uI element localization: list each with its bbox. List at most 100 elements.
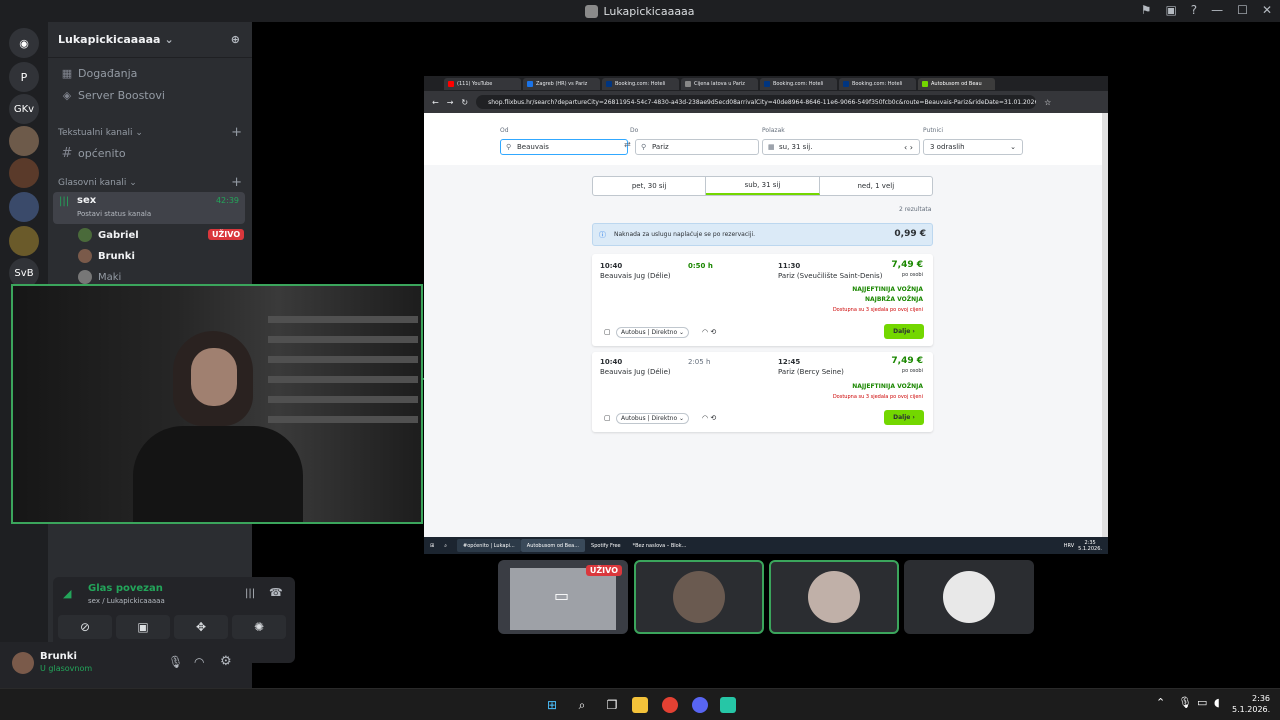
camera-toggle-button[interactable]: ⊘ <box>58 615 112 639</box>
reload-icon[interactable]: ↻ <box>461 98 468 107</box>
date-field[interactable]: ▦ su, 31 sij. ‹ › <box>762 139 920 155</box>
participant-tile[interactable] <box>634 560 764 634</box>
server-icon-gkv[interactable]: GKv <box>9 94 39 124</box>
date-tab[interactable]: pet, 30 sij <box>593 177 707 195</box>
soundboard-button[interactable]: ✺ <box>232 615 286 639</box>
fee-notice: ⓘ Naknada za uslugu naplaćuje se po reze… <box>592 223 933 246</box>
participant-tile[interactable] <box>904 560 1034 634</box>
forward-icon[interactable]: → <box>447 98 454 107</box>
text-category[interactable]: Tekstualni kanali ⌄ <box>58 128 143 138</box>
to-field[interactable]: ⚲ Pariz <box>635 139 759 155</box>
date-tab[interactable]: ned, 1 velj <box>820 177 932 195</box>
discord-home-icon[interactable]: ◉ <box>9 28 39 58</box>
ride-card[interactable]: 10:40 2:05 h 12:45 Beauvais Jug (Délie) … <box>592 352 933 432</box>
booking-icon <box>606 80 612 87</box>
discord-icon[interactable] <box>692 697 708 713</box>
camera-off-icon: ⊘ <box>79 620 91 634</box>
taskbar-app[interactable]: Spotify Free <box>585 539 627 552</box>
search-icon[interactable]: ⌕ <box>444 543 447 549</box>
activities-button[interactable]: ✥ <box>174 615 228 639</box>
live-badge: UŽIVO <box>585 565 622 576</box>
text-channel[interactable]: # općenito <box>54 143 246 163</box>
avatar <box>78 228 92 242</box>
voice-category[interactable]: Glasovni kanali ⌄ <box>58 178 137 188</box>
passengers-field[interactable]: 3 odraslih ⌄ <box>923 139 1023 155</box>
star-icon[interactable]: ☆ <box>1044 98 1051 107</box>
voice-status[interactable]: Postavi status kanala <box>77 210 151 218</box>
screen-icon[interactable]: ▣ <box>1165 3 1176 17</box>
voice-member[interactable]: Gabriel <box>78 226 139 244</box>
headphones-icon[interactable]: ◠ <box>194 655 204 669</box>
booking-icon <box>843 80 849 87</box>
calendar-icon: ▦ <box>61 66 73 80</box>
windows-start-icon[interactable]: ⊞ <box>430 543 434 549</box>
globe-icon <box>685 80 691 87</box>
server-icon-p[interactable]: P <box>9 62 39 92</box>
date-arrows-icon[interactable]: ‹ › <box>904 143 913 152</box>
screen-share-view[interactable]: (111) YouTube Zagreb (HR) vs Pariz Booki… <box>424 76 1108 554</box>
windows-start-icon[interactable]: ⊞ <box>544 697 560 713</box>
avatar <box>78 249 92 263</box>
browser-tab[interactable]: (111) YouTube <box>444 77 521 90</box>
back-icon[interactable]: ← <box>432 98 439 107</box>
continue-button[interactable]: Dalje › <box>884 410 924 425</box>
server-header[interactable]: Lukapickicaaaaa ⌄ ⊕ <box>48 22 252 58</box>
microphone-icon[interactable]: 🎙︎ <box>1178 696 1192 709</box>
file-explorer-icon[interactable] <box>632 697 648 713</box>
settings-gear-icon[interactable]: ⚙ <box>220 654 232 669</box>
screen-share-button[interactable]: ▣ <box>116 615 170 639</box>
system-clock[interactable]: 2:36 5.1.2026. <box>1232 693 1270 715</box>
taskbar-app[interactable]: *Bez naslova – Blok... <box>627 539 693 552</box>
ride-card[interactable]: 10:40 0:50 h 11:30 Beauvais Jug (Délie) … <box>592 254 933 346</box>
url-field[interactable]: shop.flixbus.hr/search?departureCity=268… <box>476 95 1037 109</box>
swap-icon[interactable]: ⇄ <box>624 140 631 149</box>
boosts-item[interactable]: ◈ Server Boostovi <box>54 85 246 105</box>
server-folder[interactable] <box>9 192 39 222</box>
hash-icon: # <box>61 145 73 161</box>
chrome-icon[interactable] <box>662 697 678 713</box>
from-field[interactable]: ⚲ Beauvais <box>500 139 628 155</box>
mode-tag[interactable]: Autobus | Direktno ⌄ <box>616 327 690 338</box>
help-icon[interactable]: ? <box>1191 3 1197 17</box>
maximize-button[interactable]: ☐ <box>1237 3 1248 17</box>
close-button[interactable]: ✕ <box>1262 3 1272 17</box>
avatar[interactable] <box>12 652 34 674</box>
task-view-icon[interactable]: ❐ <box>604 697 620 713</box>
add-member-icon[interactable]: ⊕ <box>231 33 240 46</box>
server-avatar[interactable] <box>9 158 39 188</box>
webcam-video[interactable] <box>11 284 423 524</box>
chevron-up-icon[interactable]: ⌃ <box>1156 696 1165 709</box>
taskbar-app[interactable]: #općenito | Lukapi... <box>457 539 521 552</box>
voice-wave-icon: ||| <box>59 196 70 207</box>
browser-tab[interactable]: Zagreb (HR) vs Pariz <box>523 77 600 90</box>
minimize-button[interactable]: — <box>1211 3 1223 17</box>
disconnect-icon[interactable]: ☎ <box>269 586 283 599</box>
server-avatar[interactable] <box>9 126 39 156</box>
inbox-icon[interactable]: ⚑ <box>1141 3 1152 17</box>
participant-tile[interactable] <box>769 560 899 634</box>
events-item[interactable]: ▦ Događanja <box>54 63 246 83</box>
browser-tab[interactable]: Booking.com: Hoteli <box>839 77 916 90</box>
noise-suppression-icon[interactable]: ||| <box>245 588 255 599</box>
add-channel-icon[interactable]: + <box>231 125 242 140</box>
add-channel-icon[interactable]: + <box>231 175 242 190</box>
server-avatar[interactable] <box>9 226 39 256</box>
browser-tab[interactable]: Booking.com: Hoteli <box>760 77 837 90</box>
page-scrollbar[interactable] <box>1102 113 1108 537</box>
continue-button[interactable]: Dalje › <box>884 324 924 339</box>
voice-channel[interactable]: ||| sex 42:39 Postavi status kanala <box>53 192 245 224</box>
network-icon[interactable]: ▭ <box>1197 696 1207 709</box>
browser-tab[interactable]: Cijena latova u Pariz <box>681 77 758 90</box>
browser-tab-active[interactable]: Autobusom od Beau <box>918 77 995 90</box>
search-icon[interactable]: ⌕ <box>574 697 590 713</box>
calendar-icon: ▦ <box>768 143 775 151</box>
stream-tile[interactable]: ▭ UŽIVO <box>498 560 628 634</box>
app-icon[interactable] <box>720 697 736 713</box>
taskbar-app[interactable]: Autobusom od Bea... <box>520 539 586 552</box>
browser-tab[interactable]: Booking.com: Hoteli <box>602 77 679 90</box>
volume-icon[interactable]: ◖ <box>1214 696 1220 709</box>
date-tab-selected[interactable]: sub, 31 sij <box>706 177 820 195</box>
microphone-icon[interactable]: 🎙︎ <box>168 655 183 669</box>
mode-tag[interactable]: Autobus | Direktno ⌄ <box>616 413 690 424</box>
voice-member[interactable]: Brunki <box>78 247 135 265</box>
